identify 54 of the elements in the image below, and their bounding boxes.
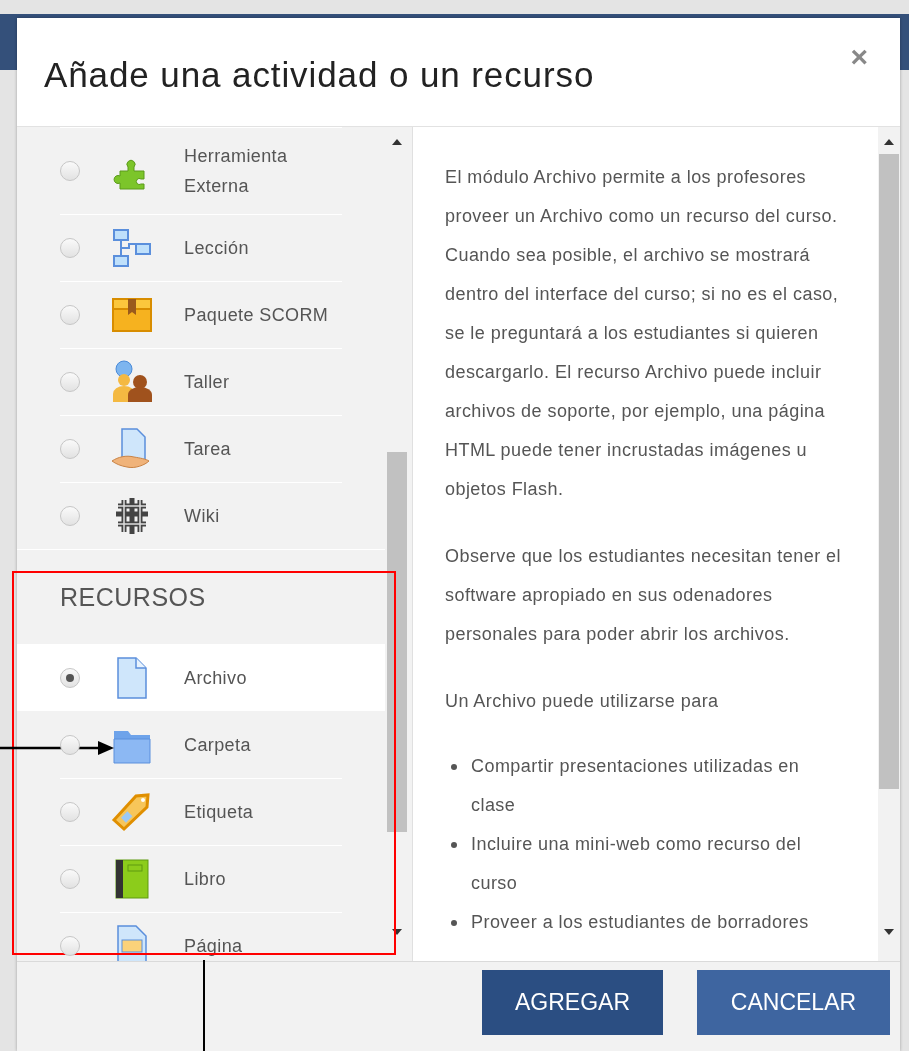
module-label: Lección (184, 237, 250, 260)
close-button[interactable]: × (846, 40, 872, 74)
module-label: Archivo (184, 667, 248, 690)
scrollbar-thumb[interactable] (387, 452, 407, 832)
module-label: Página (184, 935, 244, 958)
radio-button[interactable] (60, 869, 80, 889)
add-button[interactable]: AGREGAR (482, 970, 663, 1035)
module-label: Wiki (184, 505, 221, 528)
scrollbar[interactable] (878, 127, 900, 961)
people-icon (110, 360, 154, 404)
module-option[interactable]: Herramienta Externa (17, 127, 385, 214)
radio-button[interactable] (60, 372, 80, 392)
list-item-text: Proveer a los estudiantes de borradores (471, 911, 809, 934)
scroll-up-icon[interactable] (392, 139, 402, 145)
module-option[interactable]: Carpeta (17, 711, 385, 778)
radio-button[interactable] (60, 439, 80, 459)
radio-button[interactable] (60, 802, 80, 822)
radio-button[interactable] (60, 305, 80, 325)
scroll-up-icon[interactable] (884, 139, 894, 145)
module-option[interactable]: Lección (17, 214, 385, 281)
bullet-icon (451, 764, 457, 770)
module-option[interactable]: Wiki (17, 482, 385, 549)
module-option[interactable]: Etiqueta (17, 778, 385, 845)
module-label: Taller (184, 371, 231, 394)
cancel-button[interactable]: CANCELAR (697, 970, 890, 1035)
radio-button[interactable] (60, 161, 80, 181)
module-option[interactable]: Taller (17, 348, 385, 415)
description-text: Observe que los estudiantes necesitan tener el software apropiado en sus odenadores personales para poder abrir los archivos. (445, 545, 842, 646)
radio-button[interactable] (60, 735, 80, 755)
scroll-down-icon[interactable] (884, 929, 894, 935)
module-option[interactable]: Tarea (17, 415, 385, 482)
flowchart-icon (110, 226, 154, 270)
module-label: Etiqueta (184, 801, 255, 824)
dialog-title: Añade una actividad o un recurso (44, 54, 595, 95)
module-option[interactable]: Libro (17, 845, 385, 912)
module-label: Tarea (184, 438, 233, 461)
module-label: Libro (184, 868, 228, 891)
scroll-down-icon[interactable] (392, 929, 402, 935)
radio-button[interactable] (60, 936, 80, 956)
list-item-text: Compartir presentaciones utilizadas en clase (471, 755, 801, 817)
bullet-icon (451, 920, 457, 926)
bullet-icon (451, 842, 457, 848)
scrollbar-thumb[interactable] (879, 154, 899, 789)
module-label: Carpeta (184, 734, 252, 757)
module-label: Paquete SCORM (184, 304, 330, 327)
list-item-text: Incluire una mini-web como recurso del curso (471, 833, 803, 895)
module-option[interactable]: Archivo (17, 644, 385, 711)
radio-button[interactable] (60, 506, 80, 526)
radio-button[interactable] (60, 238, 80, 258)
module-option[interactable]: Paquete SCORM (17, 281, 385, 348)
radio-button[interactable] (60, 668, 80, 688)
description-text: El módulo Archivo permite a los profesores proveer un Archivo como un recurso del curso. Cuando sea posible, el archivo se mostrará dentro del interface del curso; si no es el caso, se le preguntará a los estudiantes si quieren descargarlo. El recurso Archivo puede incluir archivos de soporte, por ejemplo, una página HTML puede tener incrustadas imágenes u objetos Flash. (445, 166, 840, 501)
module-label: Herramienta Externa (184, 145, 289, 198)
description-text: Un Archivo puede utilizarse para (445, 690, 720, 713)
